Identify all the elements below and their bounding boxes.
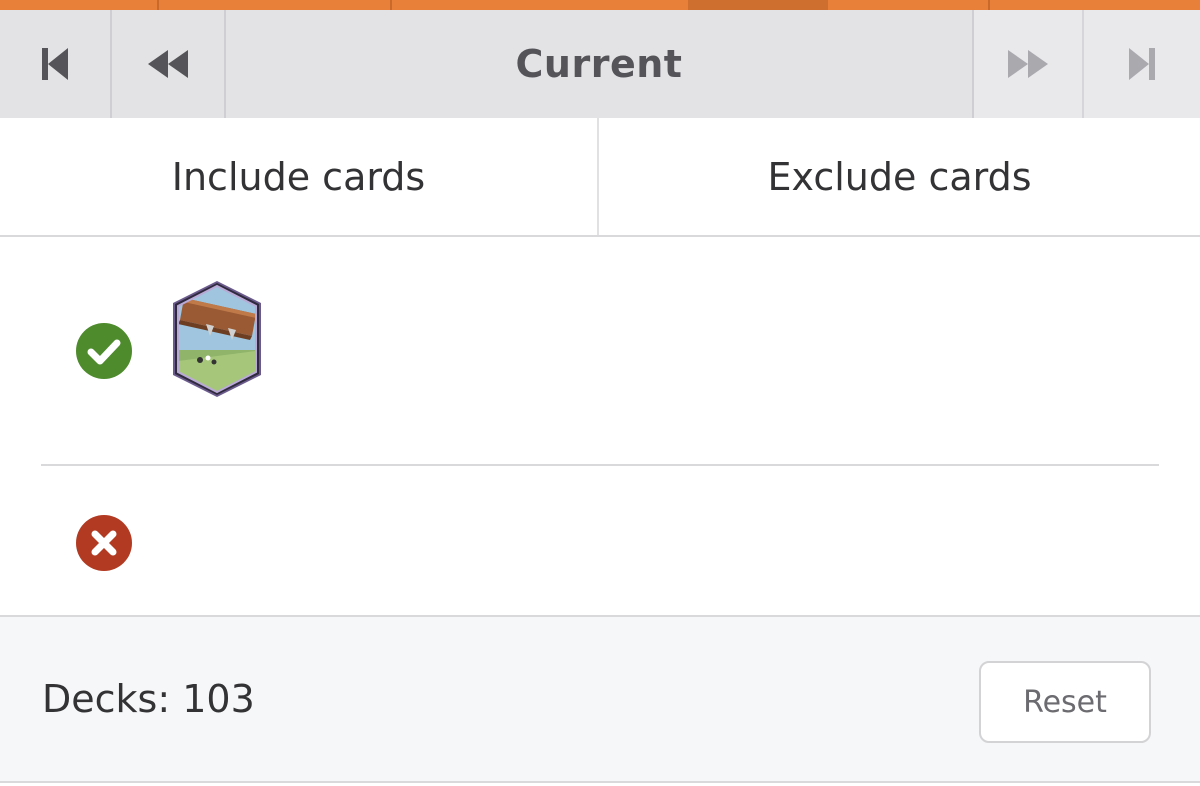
decks-count: Decks: 103 xyxy=(42,677,255,721)
log-card-icon xyxy=(173,281,261,397)
tab-include-cards[interactable]: Include cards xyxy=(0,118,599,235)
previous-button[interactable] xyxy=(112,10,226,118)
current-label: Current xyxy=(515,42,683,86)
tab-exclude-cards[interactable]: Exclude cards xyxy=(599,118,1200,235)
skip-to-first-icon xyxy=(42,48,68,80)
included-cards-row xyxy=(0,237,1200,465)
check-circle-icon xyxy=(76,323,132,379)
tab-separator xyxy=(390,0,392,10)
current-button[interactable]: Current xyxy=(226,10,974,118)
last-button[interactable] xyxy=(1084,10,1200,118)
log-card[interactable] xyxy=(170,280,264,398)
first-button[interactable] xyxy=(0,10,112,118)
x-circle-icon xyxy=(76,515,132,571)
rewind-icon xyxy=(148,50,188,78)
active-tab-indicator xyxy=(688,0,828,10)
reset-button[interactable]: Reset xyxy=(979,661,1151,743)
deck-filter-panel: Current Include cards Exclude cards Deck… xyxy=(0,0,1200,786)
skip-to-last-icon xyxy=(1129,48,1155,80)
tab-separator xyxy=(988,0,990,10)
filter-footer: Decks: 103 Reset xyxy=(0,615,1200,783)
tab-label: Include cards xyxy=(171,154,426,199)
tab-label: Exclude cards xyxy=(767,154,1032,199)
fast-forward-icon xyxy=(1008,50,1048,78)
filter-tabs: Include cards Exclude cards xyxy=(0,118,1200,237)
excluded-cards-row xyxy=(0,466,1200,616)
next-button[interactable] xyxy=(974,10,1084,118)
top-tab-strip xyxy=(0,0,1200,10)
history-nav-bar: Current xyxy=(0,10,1200,118)
tab-separator xyxy=(157,0,159,10)
